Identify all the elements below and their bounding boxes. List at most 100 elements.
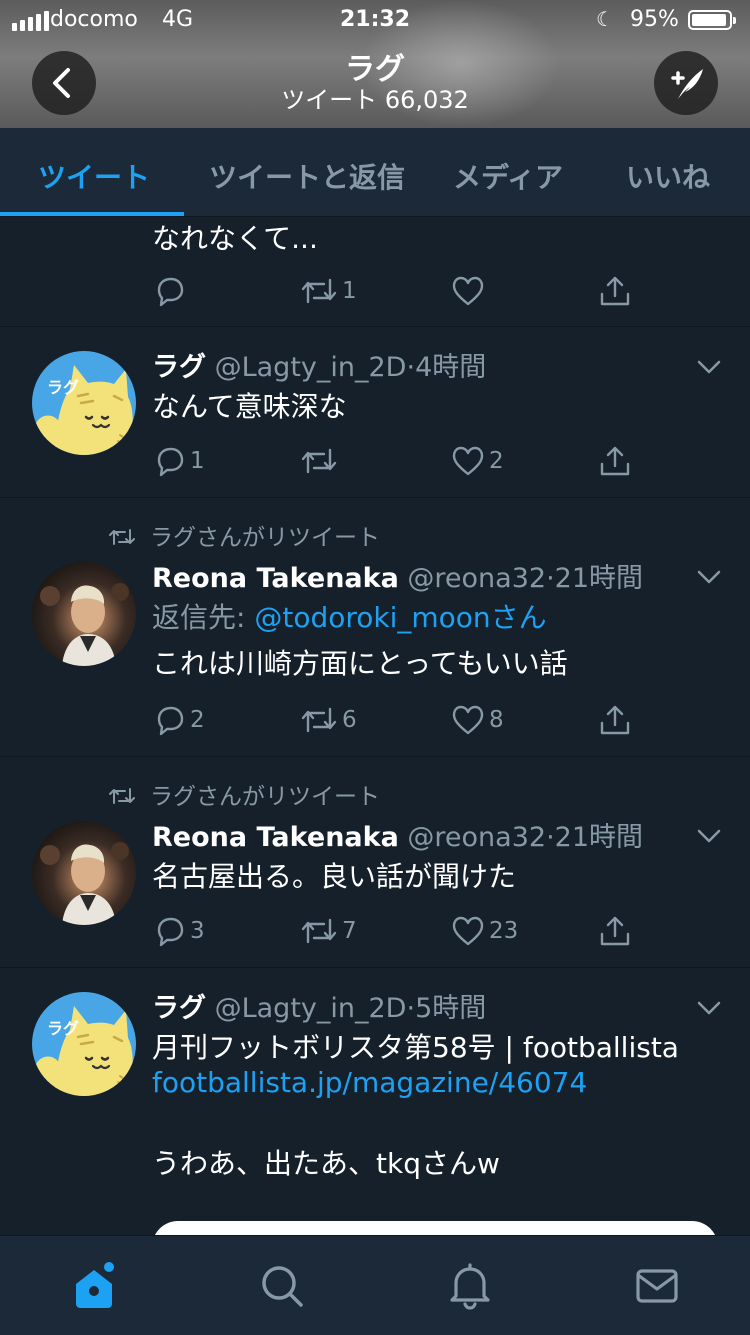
search-icon bbox=[262, 1266, 303, 1307]
author-name: Reona Takenaka bbox=[152, 822, 399, 853]
tweet-actions: 1 2 bbox=[0, 441, 750, 481]
photo-avatar[interactable] bbox=[32, 821, 136, 925]
share-icon bbox=[600, 446, 630, 476]
tweet-text: これは川崎方面にとってもいい話 bbox=[152, 647, 568, 680]
share-button[interactable] bbox=[598, 911, 632, 951]
reply-count: 1 bbox=[190, 448, 205, 474]
cat-illustration-icon: ラグ bbox=[34, 365, 133, 455]
tweet-time: 4時間 bbox=[415, 352, 487, 383]
like-button[interactable]: 8 bbox=[451, 700, 504, 740]
retweet-small-icon bbox=[109, 529, 135, 545]
tweet-text-secondary: うわあ、出たあ、tkqさんw bbox=[152, 1147, 500, 1180]
tab-tweets[interactable]: ツイート bbox=[38, 156, 150, 196]
person-photo-icon bbox=[40, 842, 129, 925]
reply-button[interactable]: 2 bbox=[154, 700, 205, 740]
retweeted-by-text: ラグさんがリツイート bbox=[150, 525, 380, 551]
tweet-text: なれなくて... bbox=[152, 222, 318, 255]
reply-button[interactable]: 1 bbox=[154, 441, 205, 481]
dot-separator: · bbox=[546, 563, 555, 594]
messages-envelope-icon bbox=[636, 1269, 678, 1303]
bottom-navigation bbox=[0, 1235, 750, 1335]
like-button[interactable]: 2 bbox=[451, 441, 504, 481]
retweet-button[interactable]: 7 bbox=[300, 911, 357, 951]
cat-avatar[interactable]: ラグ bbox=[32, 992, 136, 1096]
author-handle: @reona32 bbox=[407, 822, 547, 853]
reply-icon bbox=[157, 917, 184, 947]
tab-media[interactable]: メディア bbox=[453, 156, 563, 196]
battery-level-fill bbox=[692, 14, 726, 26]
do-not-disturb-moon-icon: ☾ bbox=[596, 7, 614, 31]
tab-tweets-and-replies[interactable]: ツイートと返信 bbox=[209, 156, 405, 196]
nav-messages-button[interactable] bbox=[631, 1260, 683, 1312]
chevron-down-icon[interactable] bbox=[697, 360, 721, 374]
retweet-button[interactable]: 1 bbox=[300, 271, 357, 311]
like-button[interactable] bbox=[451, 271, 489, 311]
retweeted-by: ラグさんがリツイート bbox=[108, 518, 380, 552]
retweet-button[interactable]: 6 bbox=[300, 700, 357, 740]
like-button[interactable]: 23 bbox=[451, 911, 518, 951]
tweet-actions: 3 7 23 bbox=[0, 911, 750, 951]
reply-button[interactable] bbox=[154, 271, 190, 311]
reply-to-line: 返信先: @todoroki_moonさん bbox=[152, 596, 547, 636]
like-count: 23 bbox=[489, 918, 519, 944]
nav-home-button[interactable] bbox=[70, 1260, 122, 1312]
retweeted-by: ラグさんがリツイート bbox=[108, 777, 380, 811]
cat-illustration-icon: ラグ bbox=[34, 1006, 133, 1096]
nav-search-button[interactable] bbox=[256, 1260, 308, 1312]
retweet-icon bbox=[301, 918, 337, 944]
share-icon bbox=[600, 916, 630, 946]
cat-avatar[interactable]: ラグ bbox=[32, 351, 136, 455]
tweet-actions: 1 bbox=[0, 271, 750, 311]
heart-icon bbox=[452, 446, 484, 476]
dot-separator: · bbox=[406, 993, 416, 1024]
chevron-down-icon[interactable] bbox=[697, 1001, 721, 1015]
reply-to-mention[interactable]: @todoroki_moonさん bbox=[254, 601, 546, 634]
tab-likes[interactable]: いいね bbox=[626, 156, 710, 196]
reply-icon bbox=[157, 277, 184, 307]
compose-tweet-button[interactable] bbox=[654, 51, 718, 115]
tweet-link[interactable]: footballista.jp/magazine/46074 bbox=[152, 1066, 587, 1099]
chevron-down-icon[interactable] bbox=[697, 570, 721, 584]
dot-separator: · bbox=[546, 822, 555, 853]
retweet-button[interactable] bbox=[300, 441, 342, 481]
retweet-count: 7 bbox=[342, 918, 357, 944]
retweet-icon bbox=[301, 448, 337, 474]
tweet-author[interactable]: Reona Takenaka @reona32·21時間 bbox=[152, 815, 643, 854]
tweet-text: 月刊フットボリスタ第58号 | footballista bbox=[152, 1031, 679, 1064]
author-handle: @Lagty_in_2D bbox=[214, 993, 407, 1024]
share-icon bbox=[600, 276, 630, 306]
author-name: ラグ bbox=[152, 993, 206, 1024]
tweet-author[interactable]: ラグ @Lagty_in_2D·5時間 bbox=[152, 986, 486, 1025]
tweet-item[interactable]: ラグ ラグ @Lagty_in_2D·4時間 なんて意味深な 1 2 bbox=[0, 327, 750, 498]
nav-notifications-button[interactable] bbox=[444, 1260, 496, 1312]
share-button[interactable] bbox=[598, 271, 632, 311]
like-count: 8 bbox=[489, 707, 504, 733]
tweet-time: 5時間 bbox=[415, 993, 487, 1024]
tweet-author[interactable]: Reona Takenaka @reona32·21時間 bbox=[152, 556, 643, 595]
tweet-item[interactable]: なれなくて... 1 bbox=[0, 217, 750, 327]
retweet-icon bbox=[301, 707, 337, 733]
photo-avatar[interactable] bbox=[32, 562, 136, 666]
home-icon bbox=[76, 1262, 114, 1308]
tweet-time: 21時間 bbox=[554, 563, 644, 594]
link-card-preview[interactable] bbox=[152, 1221, 718, 1235]
tweet-author[interactable]: ラグ @Lagty_in_2D·4時間 bbox=[152, 345, 486, 384]
tweet-item[interactable]: ラグ ラグ @Lagty_in_2D·5時間 月刊フットボリスタ第58号 | f… bbox=[0, 968, 750, 1235]
author-handle: @Lagty_in_2D bbox=[214, 352, 407, 383]
retweeted-by-text: ラグさんがリツイート bbox=[150, 784, 380, 810]
share-button[interactable] bbox=[598, 441, 632, 481]
chevron-down-icon[interactable] bbox=[697, 829, 721, 843]
share-icon bbox=[600, 705, 630, 735]
heart-icon bbox=[452, 276, 484, 306]
retweet-icon bbox=[301, 278, 337, 304]
tweet-item[interactable]: ラグさんがリツイート Reona Takenaka @reona32·21時間 … bbox=[0, 498, 750, 757]
share-button[interactable] bbox=[598, 700, 632, 740]
tweet-item[interactable]: ラグさんがリツイート Reona Takenaka @reona32·21時間 … bbox=[0, 757, 750, 968]
retweet-small-icon bbox=[109, 788, 135, 804]
reply-count: 2 bbox=[190, 707, 205, 733]
tweet-timeline[interactable]: なれなくて... 1 ラグ ラグ @Lagty_in_2D·4時間 なんて意味深… bbox=[0, 217, 750, 1235]
reply-button[interactable]: 3 bbox=[154, 911, 205, 951]
reply-count: 3 bbox=[190, 918, 205, 944]
reply-icon bbox=[157, 447, 184, 477]
retweet-count: 6 bbox=[342, 707, 357, 733]
